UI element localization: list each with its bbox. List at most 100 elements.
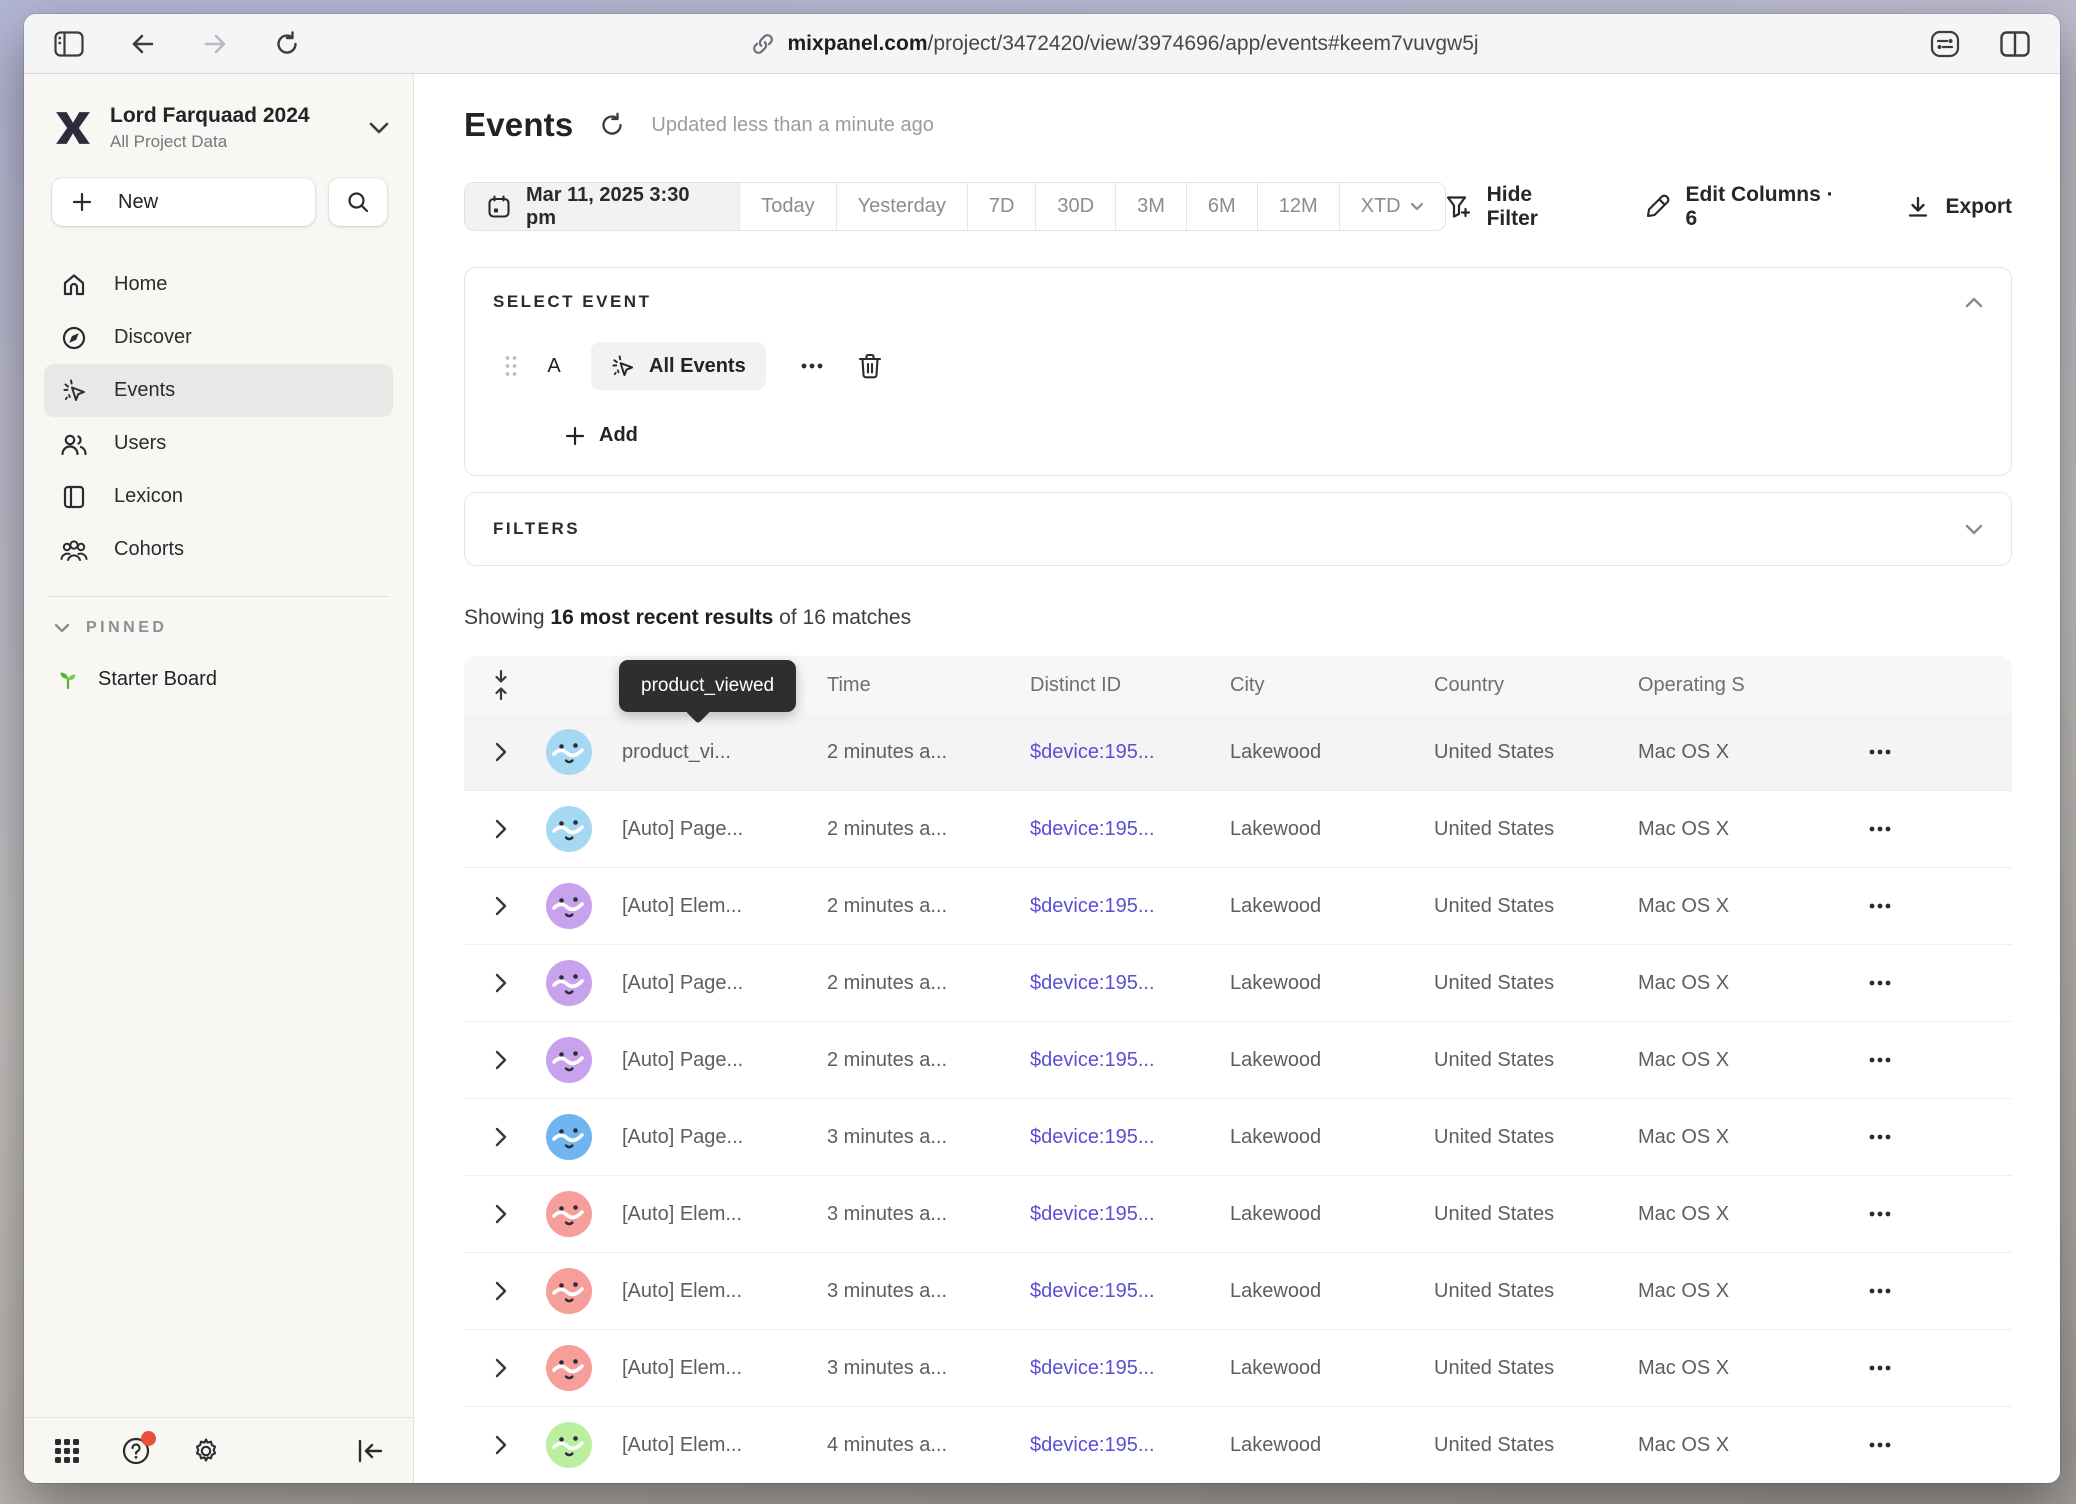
event-time: 2 minutes a... bbox=[827, 1049, 1030, 1072]
row-menu-icon[interactable] bbox=[1868, 1134, 1892, 1140]
sidebar-item-discover[interactable]: Discover bbox=[44, 311, 393, 364]
expand-row-icon[interactable] bbox=[495, 1127, 507, 1147]
preset-today[interactable]: Today bbox=[739, 183, 835, 230]
expand-row-icon[interactable] bbox=[495, 896, 507, 916]
apps-grid-icon[interactable] bbox=[54, 1438, 80, 1464]
table-row[interactable]: [Auto] Elem... 2 minutes a... $device:19… bbox=[464, 868, 2012, 945]
pinned-section-header[interactable]: PINNED bbox=[24, 597, 413, 637]
search-button[interactable] bbox=[329, 178, 387, 226]
hide-filter-button[interactable]: Hide Filter bbox=[1446, 183, 1588, 231]
column-header-city[interactable]: City bbox=[1230, 674, 1434, 697]
browser-settings-icon[interactable] bbox=[1930, 30, 1960, 58]
column-header-os[interactable]: Operating S bbox=[1638, 674, 1862, 697]
sidebar-item-cohorts[interactable]: Cohorts bbox=[44, 523, 393, 576]
table-row[interactable]: [Auto] Elem... 3 minutes a... $device:19… bbox=[464, 1330, 2012, 1407]
collapse-rows-icon[interactable] bbox=[492, 670, 510, 700]
row-menu-icon[interactable] bbox=[1868, 1442, 1892, 1448]
drag-handle-icon[interactable] bbox=[505, 355, 517, 377]
table-row[interactable]: [Auto] Page... 2 minutes a... $device:19… bbox=[464, 791, 2012, 868]
event-country: United States bbox=[1434, 1049, 1638, 1072]
table-row[interactable]: [Auto] Elem... 3 minutes a... $device:19… bbox=[464, 1253, 2012, 1330]
event-row-menu-icon[interactable] bbox=[794, 363, 830, 369]
distinct-id-link[interactable]: $device:195... bbox=[1030, 1203, 1230, 1226]
expand-row-icon[interactable] bbox=[495, 1281, 507, 1301]
table-row[interactable]: product_vi... 2 minutes a... $device:195… bbox=[464, 714, 2012, 791]
column-header-distinct-id[interactable]: Distinct ID bbox=[1030, 674, 1230, 697]
sidebar-item-home[interactable]: Home bbox=[44, 258, 393, 311]
expand-row-icon[interactable] bbox=[495, 1050, 507, 1070]
expand-row-icon[interactable] bbox=[495, 1435, 507, 1455]
url-domain: mixpanel.com bbox=[787, 32, 927, 55]
add-event-button[interactable]: Add bbox=[565, 424, 1983, 447]
project-switcher[interactable]: Lord Farquaad 2024 All Project Data bbox=[24, 74, 413, 152]
event-time: 3 minutes a... bbox=[827, 1203, 1030, 1226]
split-view-icon[interactable] bbox=[2000, 31, 2030, 57]
row-menu-icon[interactable] bbox=[1868, 1211, 1892, 1217]
refresh-icon[interactable] bbox=[599, 112, 625, 138]
distinct-id-link[interactable]: $device:195... bbox=[1030, 1280, 1230, 1303]
preset-3m[interactable]: 3M bbox=[1115, 183, 1186, 230]
distinct-id-link[interactable]: $device:195... bbox=[1030, 1049, 1230, 1072]
address-bar[interactable]: mixpanel.com/project/3472420/view/397469… bbox=[300, 32, 1930, 56]
collapse-sidebar-icon[interactable] bbox=[357, 1439, 383, 1463]
distinct-id-link[interactable]: $device:195... bbox=[1030, 1126, 1230, 1149]
row-menu-icon[interactable] bbox=[1868, 826, 1892, 832]
preset-xtd[interactable]: XTD bbox=[1339, 183, 1445, 230]
mixpanel-logo bbox=[54, 109, 92, 147]
sidebar-item-events[interactable]: Events bbox=[44, 364, 393, 417]
distinct-id-link[interactable]: $device:195... bbox=[1030, 972, 1230, 995]
help-button[interactable] bbox=[122, 1437, 150, 1465]
event-city: Lakewood bbox=[1230, 1203, 1434, 1226]
expand-row-icon[interactable] bbox=[495, 819, 507, 839]
distinct-id-link[interactable]: $device:195... bbox=[1030, 1357, 1230, 1380]
event-name: [Auto] Page... bbox=[622, 972, 743, 994]
event-selector-button[interactable]: All Events bbox=[591, 342, 766, 390]
url-path: /project/3472420/view/3974696/app/events… bbox=[928, 32, 1479, 55]
column-header-time[interactable]: Time bbox=[827, 674, 1030, 697]
expand-row-icon[interactable] bbox=[495, 742, 507, 762]
preset-yesterday[interactable]: Yesterday bbox=[836, 183, 967, 230]
table-row[interactable]: [Auto] Page... 3 minutes a... $device:19… bbox=[464, 1099, 2012, 1176]
preset-30d[interactable]: 30D bbox=[1035, 183, 1115, 230]
reload-icon[interactable] bbox=[274, 31, 300, 57]
preset-6m[interactable]: 6M bbox=[1186, 183, 1257, 230]
expand-row-icon[interactable] bbox=[495, 1204, 507, 1224]
settings-gear-icon[interactable] bbox=[192, 1437, 220, 1465]
row-menu-icon[interactable] bbox=[1868, 749, 1892, 755]
sidebar-item-lexicon[interactable]: Lexicon bbox=[44, 470, 393, 523]
sidebar-item-users[interactable]: Users bbox=[44, 417, 393, 470]
table-row[interactable]: [Auto] Page... 2 minutes a... $device:19… bbox=[464, 945, 2012, 1022]
distinct-id-link[interactable]: $device:195... bbox=[1030, 741, 1230, 764]
row-menu-icon[interactable] bbox=[1868, 903, 1892, 909]
export-button[interactable]: Export bbox=[1906, 195, 2012, 219]
row-menu-icon[interactable] bbox=[1868, 1288, 1892, 1294]
sidebar-item-starter-board[interactable]: Starter Board bbox=[24, 637, 413, 691]
forward-icon[interactable] bbox=[202, 32, 228, 56]
sidebar-item-label: Home bbox=[114, 273, 167, 296]
new-button[interactable]: New bbox=[52, 178, 315, 226]
distinct-id-link[interactable]: $device:195... bbox=[1030, 818, 1230, 841]
expand-row-icon[interactable] bbox=[495, 973, 507, 993]
back-icon[interactable] bbox=[130, 32, 156, 56]
column-header-country[interactable]: Country bbox=[1434, 674, 1638, 697]
calendar-icon bbox=[487, 195, 511, 219]
preset-7d[interactable]: 7D bbox=[967, 183, 1036, 230]
row-menu-icon[interactable] bbox=[1868, 980, 1892, 986]
table-row[interactable]: [Auto] Elem... 3 minutes a... $device:19… bbox=[464, 1176, 2012, 1253]
table-row[interactable]: [Auto] Page... 2 minutes a... $device:19… bbox=[464, 1022, 2012, 1099]
trash-icon[interactable] bbox=[858, 353, 882, 379]
distinct-id-link[interactable]: $device:195... bbox=[1030, 895, 1230, 918]
expand-row-icon[interactable] bbox=[495, 1358, 507, 1378]
chevron-up-icon[interactable] bbox=[1965, 297, 1983, 308]
preset-12m[interactable]: 12M bbox=[1257, 183, 1339, 230]
table-row[interactable]: [Auto] Elem... 4 minutes a... $device:19… bbox=[464, 1407, 2012, 1483]
event-avatar bbox=[546, 1191, 592, 1237]
row-menu-icon[interactable] bbox=[1868, 1365, 1892, 1371]
row-menu-icon[interactable] bbox=[1868, 1057, 1892, 1063]
event-avatar bbox=[546, 806, 592, 852]
chevron-down-icon[interactable] bbox=[1965, 524, 1983, 535]
date-picker-button[interactable]: Mar 11, 2025 3:30 pm bbox=[465, 183, 739, 230]
distinct-id-link[interactable]: $device:195... bbox=[1030, 1434, 1230, 1457]
sidebar-toggle-icon[interactable] bbox=[54, 31, 84, 57]
edit-columns-button[interactable]: Edit Columns · 6 bbox=[1645, 183, 1848, 231]
